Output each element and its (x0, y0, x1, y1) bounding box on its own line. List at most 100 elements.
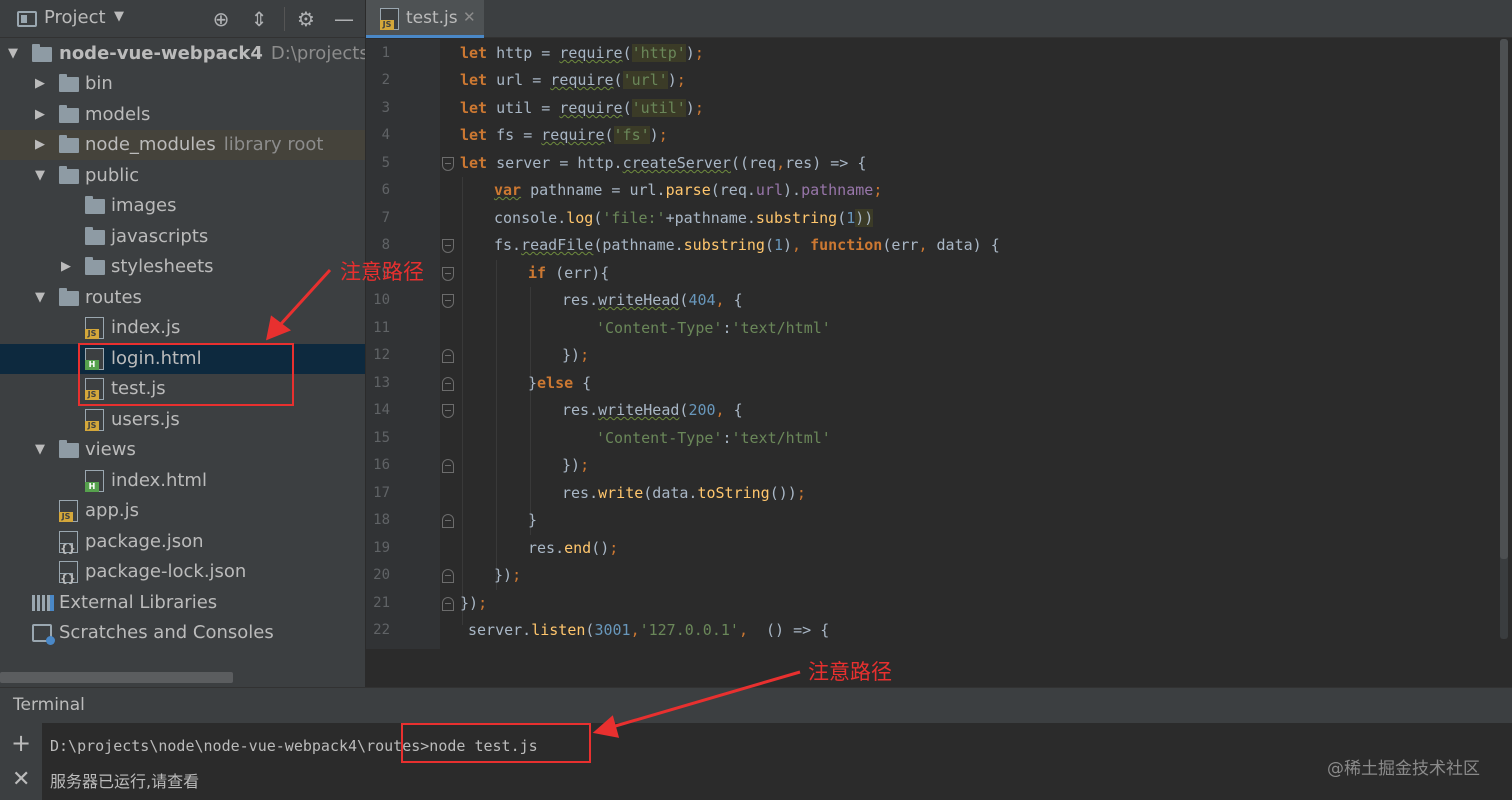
tab-label: test.js (406, 8, 458, 28)
plus-icon[interactable]: + (11, 729, 31, 757)
tree-item-label: routes (85, 287, 142, 308)
fold-marker-icon[interactable] (442, 597, 454, 611)
line-number: 20 (373, 567, 390, 583)
tree-item-node-modules[interactable]: ▶ node_modules library root (0, 130, 365, 160)
code-line-15: 'Content-Type':'text/html' (596, 429, 831, 447)
chevron-down-icon[interactable]: ▼ (114, 9, 124, 24)
tree-item-label: node-vue-webpack4 (59, 43, 263, 64)
code-line-2: let url = require('url'); (460, 71, 686, 89)
tree-item-index-js[interactable]: JS index.js (0, 313, 365, 343)
watermark: @稀土掘金技术社区 (1327, 759, 1480, 779)
close-icon[interactable]: ✕ (463, 8, 476, 26)
line-number: 8 (381, 237, 390, 253)
indent-guide (462, 177, 463, 625)
code-line-5: let server = http.createServer((req,res)… (460, 154, 867, 172)
js-file-icon: JS (85, 317, 104, 339)
fold-marker-icon[interactable] (442, 267, 454, 281)
tree-item-stylesheets[interactable]: ▶ stylesheets (0, 252, 365, 282)
chevron-right-icon[interactable]: ▶ (33, 130, 47, 160)
line-number: 10 (373, 292, 390, 308)
fold-marker-icon[interactable] (442, 157, 454, 171)
tree-item-public[interactable]: ▼ public (0, 161, 365, 191)
tree-item-package-json[interactable]: {} package.json (0, 527, 365, 557)
code-line-13: }else { (528, 374, 592, 392)
tree-item-views[interactable]: ▼ views (0, 435, 365, 465)
indent-guide (496, 260, 497, 590)
folder-icon (59, 135, 79, 153)
tree-item-label: users.js (111, 409, 180, 430)
fold-marker-icon[interactable] (442, 294, 454, 308)
code-line-19: res.end(); (528, 539, 619, 557)
fold-marker-icon[interactable] (442, 569, 454, 583)
tree-item-routes[interactable]: ▼ routes (0, 283, 365, 313)
fold-marker-icon[interactable] (442, 239, 454, 253)
chevron-down-icon[interactable]: ▼ (33, 161, 47, 191)
fold-marker-icon[interactable] (442, 514, 454, 528)
tree-item-external-libraries[interactable]: External Libraries (0, 588, 365, 618)
collapse-all-icon[interactable]: ⇕ (246, 6, 272, 32)
chevron-right-icon[interactable]: ▶ (33, 100, 47, 130)
terminal-title[interactable]: Terminal (13, 695, 85, 715)
code-line-17: res.write(data.toString()); (562, 484, 806, 502)
chevron-right-icon[interactable]: ▶ (59, 252, 73, 282)
editor-vertical-scrollbar[interactable] (1500, 39, 1508, 639)
tree-item-users-js[interactable]: JS users.js (0, 405, 365, 435)
line-number: 3 (381, 100, 390, 116)
tree-item-project-root[interactable]: ▼ node-vue-webpack4 D:\projects\no (0, 39, 365, 69)
tree-item-app-js[interactable]: JS app.js (0, 496, 365, 526)
js-file-icon: JS (59, 500, 78, 522)
fold-marker-icon[interactable] (442, 377, 454, 391)
code-editor[interactable]: 1 2 3 4 5 6 7 8 9 10 11 12 13 14 15 16 1… (366, 39, 1512, 649)
tree-item-bin[interactable]: ▶ bin (0, 69, 365, 99)
fold-marker-icon[interactable] (442, 459, 454, 473)
line-number: 21 (373, 595, 390, 611)
annotation-box-files (78, 343, 294, 406)
library-root-hint: library root (223, 134, 324, 155)
tree-item-models[interactable]: ▶ models (0, 100, 365, 130)
annotation-note-1: 注意路径 (340, 260, 424, 284)
code-line-21: }); (460, 594, 488, 612)
tree-item-label: package-lock.json (85, 561, 247, 582)
chevron-down-icon[interactable]: ▼ (6, 39, 20, 69)
locate-icon[interactable]: ⊕ (208, 6, 234, 32)
tree-item-javascripts[interactable]: javascripts (0, 222, 365, 252)
code-line-4: let fs = require('fs'); (460, 126, 668, 144)
code-line-9: if (err){ (528, 264, 610, 282)
folder-icon (59, 74, 79, 92)
code-line-11: 'Content-Type':'text/html' (596, 319, 831, 337)
folder-icon (85, 257, 105, 275)
tree-item-label: index.js (111, 317, 181, 338)
horizontal-scrollbar[interactable] (0, 672, 233, 683)
line-number: 22 (373, 622, 390, 638)
chevron-down-icon[interactable]: ▼ (33, 435, 47, 465)
chevron-down-icon[interactable]: ▼ (33, 283, 47, 313)
fold-marker-icon[interactable] (442, 349, 454, 363)
code-line-22: server.listen(3001,'127.0.0.1', () => { (468, 621, 830, 639)
tree-item-label: External Libraries (59, 592, 218, 613)
folder-icon (85, 227, 105, 245)
chevron-right-icon[interactable]: ▶ (33, 69, 47, 99)
project-path: D:\projects\no (270, 43, 365, 64)
tree-item-label: public (85, 165, 140, 186)
scratches-icon (32, 624, 55, 645)
close-icon[interactable]: ✕ (12, 767, 30, 792)
tree-item-images[interactable]: images (0, 191, 365, 221)
line-number: 12 (373, 347, 390, 363)
gear-icon[interactable]: ⚙ (293, 6, 319, 32)
code-line-10: res.writeHead(404, { (562, 291, 743, 309)
folder-icon (85, 196, 105, 214)
tree-item-package-lock-json[interactable]: {} package-lock.json (0, 557, 365, 587)
hide-panel-icon[interactable]: — (331, 6, 357, 32)
tree-item-index-html[interactable]: H index.html (0, 466, 365, 496)
tree-item-label: images (111, 195, 177, 216)
project-view-selector[interactable]: Project (44, 7, 106, 28)
line-number: 5 (381, 155, 390, 171)
line-number: 2 (381, 72, 390, 88)
js-file-icon: JS (85, 409, 104, 431)
code-line-20: }); (494, 566, 522, 584)
fold-marker-icon[interactable] (442, 404, 454, 418)
tab-test-js[interactable]: JS test.js ✕ (366, 0, 484, 38)
annotation-box-command (401, 723, 591, 763)
tree-item-label: Scratches and Consoles (59, 622, 274, 643)
tree-item-scratches[interactable]: Scratches and Consoles (0, 618, 365, 648)
